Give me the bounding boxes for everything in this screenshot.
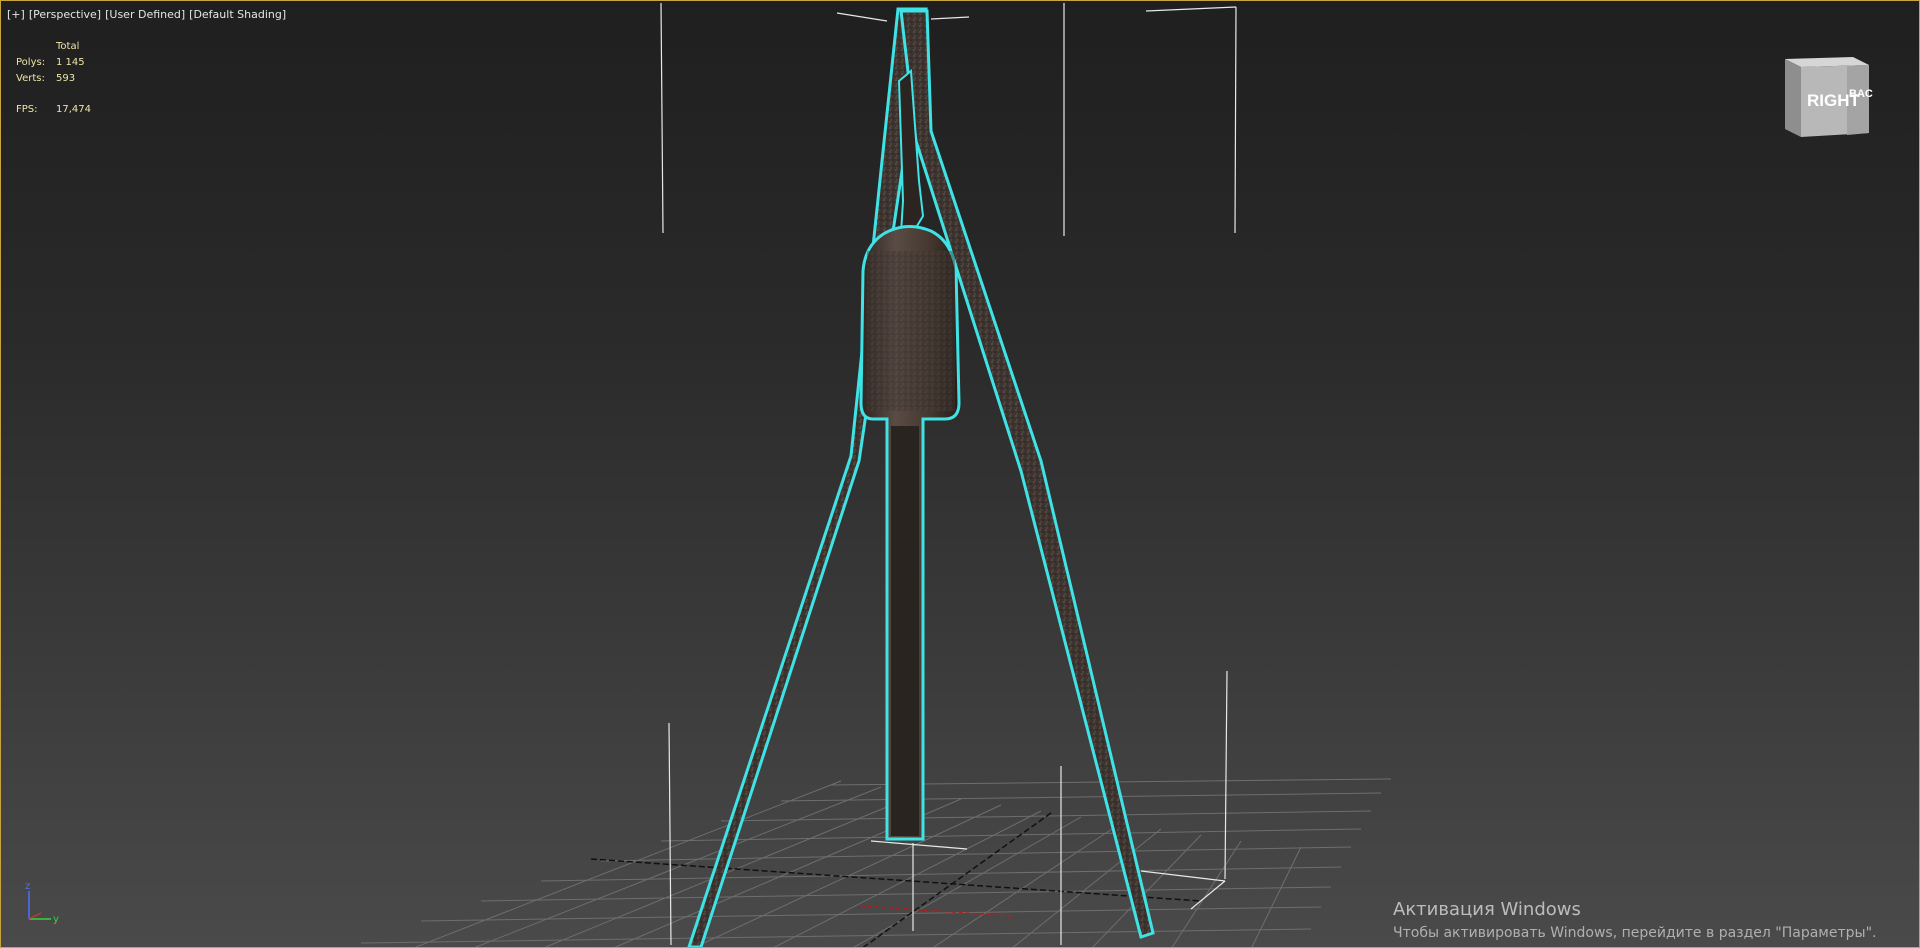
viewport-mode-menu[interactable]: [User Defined]	[105, 8, 185, 21]
activation-subtitle: Чтобы активировать Windows, перейдите в …	[1393, 925, 1877, 941]
stats-polys-value: 1 145	[56, 57, 85, 68]
statistics-overlay: Total Polys: 1 145 Verts: 593 FPS: 17,474	[16, 39, 91, 118]
stats-verts-value: 593	[56, 73, 76, 84]
viewport-label-menu: [+] [Perspective] [User Defined] [Default S…	[7, 8, 290, 21]
stats-fps-value: 17,474	[56, 104, 91, 115]
stats-polys-label: Polys:	[16, 57, 46, 68]
viewcube-face-back[interactable]: BACK	[1849, 88, 1873, 100]
perspective-viewport[interactable]: z y [+] [Perspective] [User Defined] [Defau…	[0, 0, 1920, 948]
viewport-shading-menu[interactable]: [Default Shading]	[189, 8, 286, 21]
stats-total-header: Total	[56, 41, 80, 52]
axis-z-label: z	[25, 881, 30, 892]
stats-fps-label: FPS:	[16, 104, 38, 115]
viewport-point-of-view-menu[interactable]: [Perspective]	[29, 8, 101, 21]
viewport-general-menu[interactable]: [+]	[7, 8, 25, 21]
axis-tripod: z y	[25, 881, 59, 925]
axis-y-label: y	[53, 914, 59, 925]
activation-title: Активация Windows	[1393, 899, 1581, 920]
stats-verts-label: Verts:	[16, 73, 45, 84]
home-grid	[360, 778, 1392, 947]
viewcube[interactable]: RIGHT BACK	[1777, 51, 1873, 141]
windows-activation-watermark: Активация Windows Чтобы активировать Win…	[1393, 899, 1876, 943]
grid-axis-x	[590, 858, 1202, 902]
scene-canvas[interactable]: z y	[1, 1, 1920, 948]
bell-tripod-model[interactable]	[687, 7, 1155, 947]
